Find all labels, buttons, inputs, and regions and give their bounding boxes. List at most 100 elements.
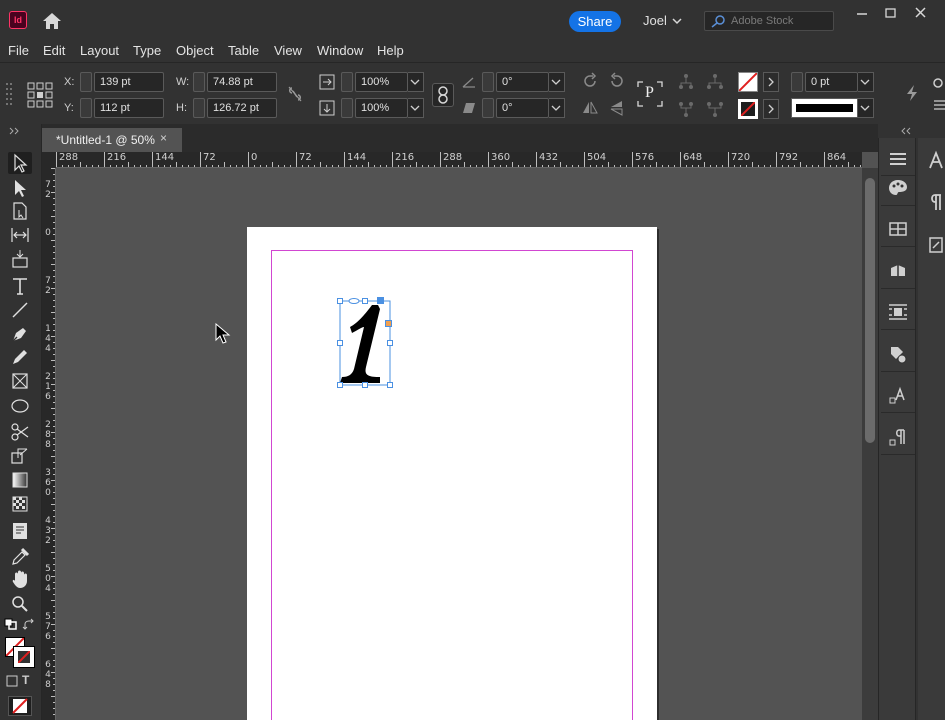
y-stepper[interactable] xyxy=(80,98,92,118)
y-field[interactable]: 112 pt xyxy=(94,98,164,118)
document-page[interactable]: 1 xyxy=(247,227,657,720)
menu-edit[interactable]: Edit xyxy=(43,43,65,58)
pasteboard[interactable]: 1 xyxy=(56,168,862,720)
rotation-stepper[interactable] xyxy=(482,72,494,92)
stroke-weight-stepper[interactable] xyxy=(791,72,803,92)
stroke-swatch-none[interactable] xyxy=(738,99,758,119)
stroke-weight-field[interactable]: 0 pt xyxy=(805,72,858,92)
page-tool-icon[interactable] xyxy=(8,200,32,222)
menu-table[interactable]: Table xyxy=(228,43,259,58)
panel-grip-icon[interactable] xyxy=(5,81,13,107)
flip-vertical-icon[interactable] xyxy=(608,99,626,117)
menu-window[interactable]: Window xyxy=(317,43,363,58)
color-panel-icon[interactable] xyxy=(887,177,909,199)
scale-y-stepper[interactable] xyxy=(341,98,353,118)
scrollbar-thumb[interactable] xyxy=(865,178,875,443)
character-panel-icon[interactable] xyxy=(928,150,945,172)
rotation-dropdown[interactable] xyxy=(549,72,565,92)
reference-point-icon[interactable] xyxy=(27,82,53,108)
w-field[interactable]: 74.88 pt xyxy=(207,72,277,92)
collapse-tools-icon[interactable] xyxy=(8,126,20,136)
menu-help[interactable]: Help xyxy=(377,43,404,58)
fill-chevron-right-icon[interactable] xyxy=(763,72,779,92)
scale-x-stepper[interactable] xyxy=(341,72,353,92)
line-tool-icon[interactable] xyxy=(8,299,32,321)
quick-actions-icon[interactable] xyxy=(904,83,920,103)
menu-type[interactable]: Type xyxy=(133,43,161,58)
free-transform-tool-icon[interactable] xyxy=(8,445,32,467)
vertical-scrollbar[interactable] xyxy=(862,168,878,720)
select-next-object-icon[interactable] xyxy=(704,99,726,119)
select-previous-object-icon[interactable] xyxy=(704,72,726,92)
minimize-icon[interactable] xyxy=(853,6,871,20)
pages-panel-icon[interactable] xyxy=(887,148,909,170)
stroke-type-field[interactable] xyxy=(791,98,858,118)
constrain-proportions-icon[interactable] xyxy=(287,85,303,103)
vertical-ruler[interactable]: 72 0 72 144 216 288 360 432 504 576 648 xyxy=(42,168,56,720)
restore-icon[interactable] xyxy=(882,6,900,20)
pencil-tool-icon[interactable] xyxy=(8,346,32,368)
select-content-icon[interactable] xyxy=(677,99,695,119)
share-button[interactable]: Share xyxy=(569,11,621,32)
menu-object[interactable]: Object xyxy=(176,43,214,58)
w-stepper[interactable] xyxy=(193,72,205,92)
default-fill-stroke-icon[interactable] xyxy=(4,618,18,630)
home-icon[interactable] xyxy=(41,11,63,31)
x-stepper[interactable] xyxy=(80,72,92,92)
reference-p-icon[interactable]: P xyxy=(636,80,664,108)
close-icon[interactable] xyxy=(912,6,930,20)
rectangle-frame-tool-icon[interactable] xyxy=(8,370,32,392)
fill-swatch-none[interactable] xyxy=(738,72,758,92)
apply-none-icon[interactable] xyxy=(8,696,32,716)
h-stepper[interactable] xyxy=(193,98,205,118)
pen-tool-icon[interactable] xyxy=(8,323,32,345)
h-field[interactable]: 126.72 pt xyxy=(207,98,277,118)
character-styles-panel-icon[interactable] xyxy=(887,384,909,406)
paragraph-panel-icon[interactable] xyxy=(928,192,945,214)
glyphs-panel-icon[interactable] xyxy=(928,234,945,256)
chevron-down-icon[interactable] xyxy=(672,16,682,26)
scale-x-dropdown[interactable] xyxy=(408,72,424,92)
swap-fill-stroke-icon[interactable] xyxy=(22,618,36,632)
stroke-chevron-right-icon[interactable] xyxy=(763,99,779,119)
gap-tool-icon[interactable] xyxy=(8,224,32,246)
menu-layout[interactable]: Layout xyxy=(80,43,119,58)
adobe-stock-search[interactable]: Adobe Stock xyxy=(704,11,834,31)
gradient-swatch-tool-icon[interactable] xyxy=(8,469,32,491)
type-tool-icon[interactable] xyxy=(8,275,32,297)
rotation-field[interactable]: 0° xyxy=(496,72,549,92)
scale-x-field[interactable]: 100% xyxy=(355,72,408,92)
stroke-color-none-icon[interactable] xyxy=(13,646,35,668)
eyedropper-tool-icon[interactable] xyxy=(8,545,32,567)
direct-selection-tool-icon[interactable] xyxy=(8,177,32,199)
expand-panels-icon[interactable] xyxy=(900,126,912,136)
scale-y-field[interactable]: 100% xyxy=(355,98,408,118)
selection-tool-icon[interactable] xyxy=(8,152,32,174)
gradient-feather-tool-icon[interactable] xyxy=(8,493,32,515)
link-scale-icon[interactable] xyxy=(432,83,454,107)
panel-options-icon[interactable] xyxy=(931,73,945,113)
stroke-type-dropdown[interactable] xyxy=(858,98,874,118)
layers-panel-icon[interactable] xyxy=(887,218,909,240)
text-wrap-panel-icon[interactable] xyxy=(887,301,909,323)
formatting-container-icon[interactable] xyxy=(6,675,18,687)
links-panel-icon[interactable] xyxy=(887,260,909,282)
menu-file[interactable]: File xyxy=(8,43,29,58)
user-menu[interactable]: Joel xyxy=(643,13,667,28)
shear-dropdown[interactable] xyxy=(549,98,565,118)
note-tool-icon[interactable] xyxy=(8,520,32,542)
horizontal-ruler[interactable]: 288 216 144 72 0 72 144 216 288 360 432 … xyxy=(56,152,862,168)
menu-view[interactable]: View xyxy=(274,43,302,58)
paragraph-styles-panel-icon[interactable] xyxy=(887,426,909,448)
x-field[interactable]: 139 pt xyxy=(94,72,164,92)
select-container-icon[interactable] xyxy=(677,72,695,92)
swatches-panel-icon[interactable] xyxy=(887,343,909,365)
flip-horizontal-icon[interactable] xyxy=(581,99,599,117)
shear-stepper[interactable] xyxy=(482,98,494,118)
document-tab[interactable]: *Untitled-1 @ 50% × xyxy=(42,128,182,152)
close-tab-icon[interactable]: × xyxy=(160,131,167,145)
stroke-weight-dropdown[interactable] xyxy=(858,72,874,92)
shear-field[interactable]: 0° xyxy=(496,98,549,118)
ruler-origin[interactable] xyxy=(42,152,56,168)
zoom-tool-icon[interactable] xyxy=(8,593,32,615)
